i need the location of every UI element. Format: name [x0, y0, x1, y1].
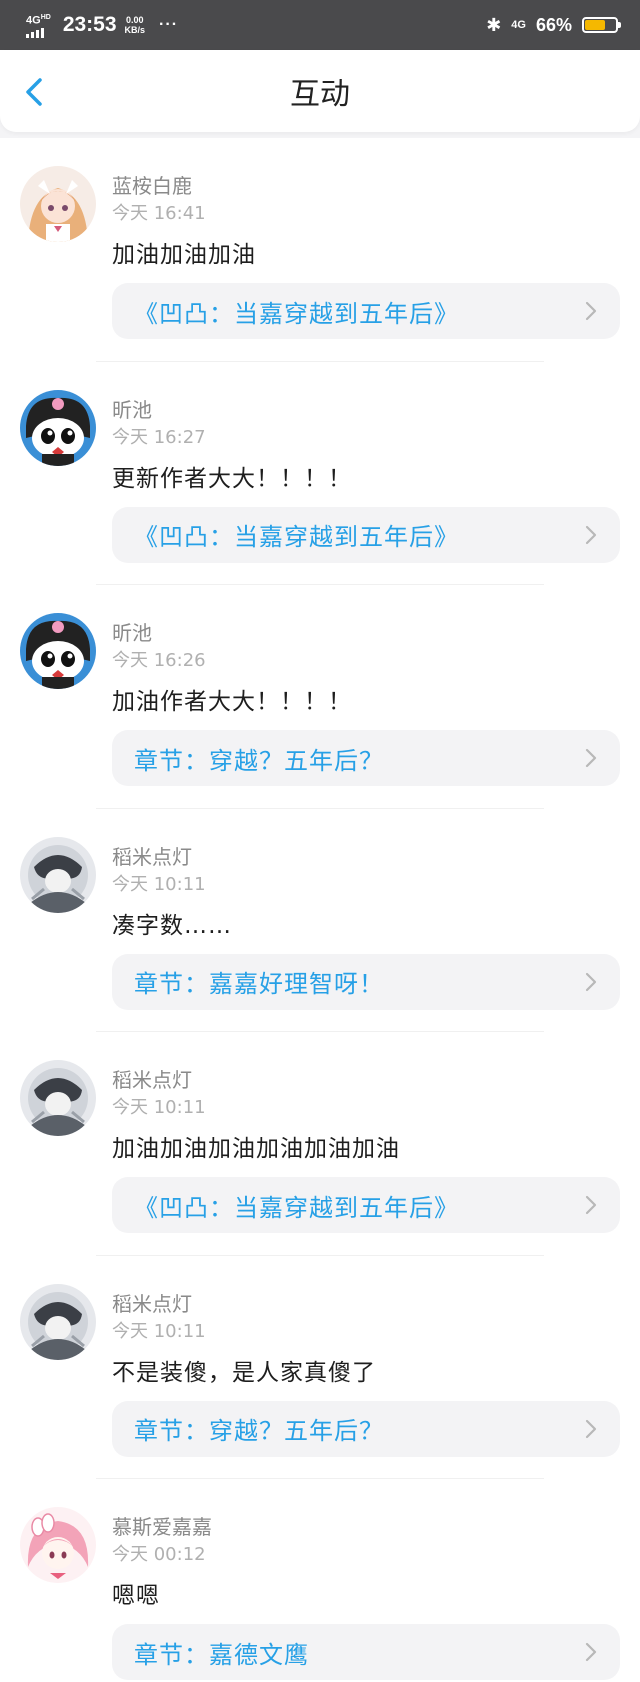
timestamp: 今天 00:12: [112, 1544, 206, 1565]
user-name[interactable]: 慕斯爱嘉嘉: [112, 1511, 212, 1540]
work-link-button[interactable]: 《凹凸：当嘉穿越到五年后》: [112, 283, 620, 339]
cellular-signal-icon: 4GHD: [26, 12, 51, 39]
list-item[interactable]: 蓝桉白鹿 今天 16:41 加油加油加油 《凹凸：当嘉穿越到五年后》: [0, 138, 640, 362]
comment-text: 不是装傻，是人家真傻了: [112, 1359, 376, 1386]
list-item[interactable]: 慕斯爱嘉嘉 今天 00:12 嗯嗯 章节：嘉德文鹰: [0, 1479, 640, 1682]
timestamp: 今天 10:11: [112, 873, 206, 895]
work-link-button[interactable]: 章节：穿越？五年后？: [112, 1400, 620, 1457]
clock: 23:53: [62, 13, 117, 36]
user-name[interactable]: 稻米点灯: [112, 1064, 192, 1093]
timestamp: 今天 10:11: [112, 1097, 206, 1118]
status-bar: 4GHD 23:53 0.00 KB/s ··· ✱ 4G 66%: [0, 0, 640, 50]
list-item[interactable]: 稻米点灯 今天 10:11 加油加油加油加油加油加油 《凹凸：当嘉穿越到五年后》: [0, 1032, 640, 1256]
app-header: 互动: [0, 50, 640, 132]
comment-text: 嗯嗯: [112, 1583, 160, 1609]
work-link-label: 章节：穿越？五年后？: [134, 746, 384, 775]
chevron-right-icon: [585, 1195, 597, 1215]
bluetooth-icon: ✱: [486, 14, 502, 35]
list-item[interactable]: 稻米点灯 今天 10:11 凑字数…… 章节：嘉嘉好理智呀！: [0, 809, 640, 1032]
work-link-label: 章节：穿越？五年后？: [134, 1417, 384, 1445]
work-link-button[interactable]: 章节：穿越？五年后？: [112, 730, 620, 786]
user-name[interactable]: 昕池: [112, 394, 152, 423]
comment-text: 加油加油加油: [112, 242, 256, 268]
comment-text: 凑字数……: [112, 912, 232, 939]
list-item[interactable]: 昕池 今天 16:26 加油作者大大！！！！ 章节：穿越？五年后？: [0, 585, 640, 809]
list-item[interactable]: 稻米点灯 今天 10:11 不是装傻，是人家真傻了 章节：穿越？五年后？: [0, 1256, 640, 1479]
work-link-label: 《凹凸：当嘉穿越到五年后》: [134, 1193, 459, 1222]
page-title: 互动: [290, 77, 350, 112]
avatar-sketch-icon[interactable]: [20, 836, 96, 913]
avatar-pink-girl-icon[interactable]: [20, 1507, 96, 1583]
more-notifications-icon: ···: [159, 16, 179, 33]
timestamp: 今天 16:26: [112, 650, 206, 671]
battery-icon: [582, 17, 621, 33]
work-link-label: 章节：嘉嘉好理智呀！: [134, 970, 384, 998]
user-name[interactable]: 蓝桉白鹿: [112, 170, 192, 199]
comment-text: 加油加油加油加油加油加油: [112, 1136, 400, 1162]
chevron-right-icon: [585, 1642, 597, 1662]
mobile-data-icon: 4G: [511, 19, 526, 31]
work-link-label: 章节：嘉德文鹰: [134, 1640, 309, 1669]
work-link-button[interactable]: 章节：嘉嘉好理智呀！: [112, 953, 620, 1010]
chevron-right-icon: [585, 525, 597, 544]
work-link-button[interactable]: 《凹凸：当嘉穿越到五年后》: [112, 506, 620, 563]
back-arrow-icon[interactable]: [22, 78, 50, 106]
work-link-button[interactable]: 《凹凸：当嘉穿越到五年后》: [112, 1177, 620, 1233]
chevron-right-icon: [585, 972, 597, 991]
user-name[interactable]: 昕池: [112, 617, 152, 646]
work-link-label: 《凹凸：当嘉穿越到五年后》: [134, 523, 459, 551]
interaction-list: 蓝桉白鹿 今天 16:41 加油加油加油 《凹凸：当嘉穿越到五年后》 昕池 今天…: [0, 138, 640, 1682]
work-link-button[interactable]: 章节：嘉德文鹰: [112, 1624, 620, 1680]
chevron-right-icon: [585, 1419, 597, 1438]
comment-text: 更新作者大大！！！！: [112, 465, 352, 492]
avatar-anime-girl-icon[interactable]: [20, 166, 96, 242]
comment-text: 加油作者大大！！！！: [112, 689, 352, 715]
avatar-kuromi-icon[interactable]: [20, 389, 96, 466]
battery-percent: 66%: [535, 14, 572, 35]
avatar-kuromi-icon[interactable]: [20, 613, 96, 689]
user-name[interactable]: 稻米点灯: [112, 841, 192, 870]
user-name[interactable]: 稻米点灯: [112, 1288, 192, 1317]
chevron-right-icon: [585, 748, 597, 768]
avatar-sketch-icon[interactable]: [20, 1060, 96, 1136]
work-link-label: 《凹凸：当嘉穿越到五年后》: [134, 299, 459, 328]
chevron-right-icon: [585, 301, 597, 321]
timestamp: 今天 16:27: [112, 426, 206, 448]
network-speed: 0.00 KB/s: [124, 15, 146, 35]
avatar-sketch-icon[interactable]: [20, 1283, 96, 1360]
timestamp: 今天 10:11: [112, 1320, 206, 1342]
list-item[interactable]: 昕池 今天 16:27 更新作者大大！！！！ 《凹凸：当嘉穿越到五年后》: [0, 362, 640, 585]
timestamp: 今天 16:41: [112, 203, 206, 224]
